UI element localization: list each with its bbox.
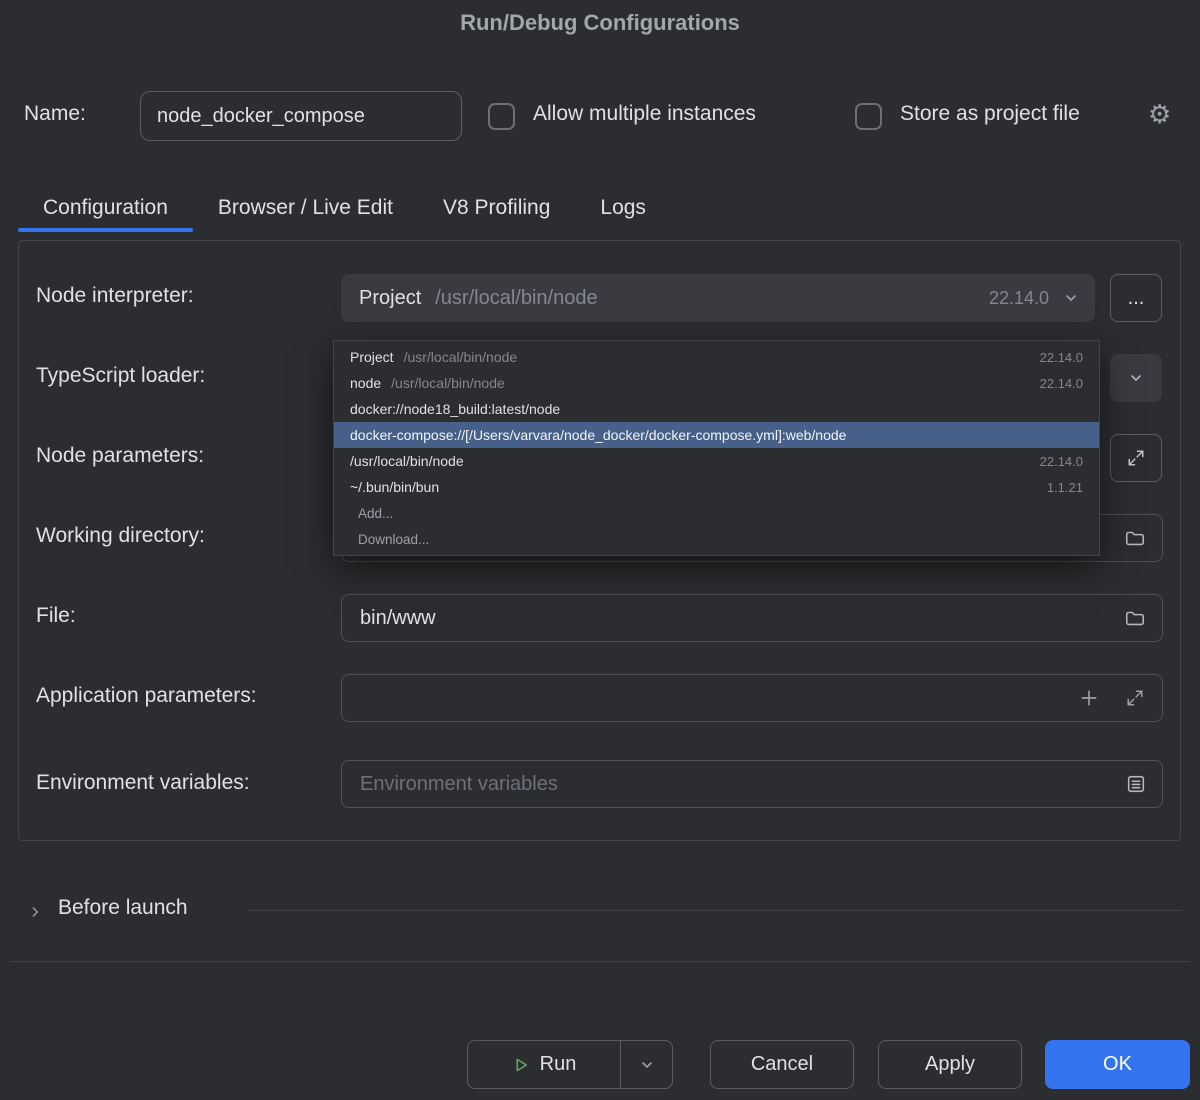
node-parameters-label: Node parameters:: [36, 444, 204, 468]
application-parameters-input[interactable]: [341, 674, 1163, 722]
file-input[interactable]: [342, 595, 1162, 641]
tab-label: Browser / Live Edit: [218, 196, 393, 220]
dialog-title: Run/Debug Configurations: [0, 10, 1200, 36]
gear-icon[interactable]: ⚙: [1148, 101, 1171, 127]
option-version: 22.14.0: [1040, 350, 1083, 365]
run-button-label: Run: [540, 1053, 577, 1076]
interpreter-option-add[interactable]: Add...: [334, 500, 1099, 526]
run-options-button[interactable]: [621, 1041, 672, 1088]
tab-configuration[interactable]: Configuration: [18, 184, 193, 232]
interpreter-option[interactable]: /usr/local/bin/node 22.14.0: [334, 448, 1099, 474]
working-directory-label: Working directory:: [36, 524, 205, 548]
interpreter-value-name: Project: [359, 287, 421, 310]
tab-label: Configuration: [43, 196, 168, 220]
option-name: docker://node18_build:latest/node: [350, 401, 560, 417]
node-parameters-expand-button[interactable]: [1110, 434, 1162, 482]
plus-icon[interactable]: [1079, 688, 1099, 708]
option-version: 22.14.0: [1040, 454, 1083, 469]
option-version: 1.1.21: [1047, 480, 1083, 495]
option-path: /usr/local/bin/node: [391, 375, 505, 391]
browse-list-icon[interactable]: [1125, 773, 1147, 795]
interpreter-option[interactable]: Project /usr/local/bin/node 22.14.0: [334, 344, 1099, 370]
name-input[interactable]: [140, 91, 462, 141]
option-name: node: [350, 375, 381, 391]
store-project-label: Store as project file: [900, 102, 1080, 126]
run-button[interactable]: Run: [468, 1041, 620, 1088]
chevron-right-icon[interactable]: [28, 903, 42, 921]
file-label: File:: [36, 604, 76, 628]
tab-label: V8 Profiling: [443, 196, 550, 220]
chevron-down-icon: [1063, 290, 1079, 306]
tab-browser-live-edit[interactable]: Browser / Live Edit: [193, 184, 418, 232]
ok-button[interactable]: OK: [1045, 1040, 1190, 1089]
option-name: docker-compose://[/Users/varvara/node_do…: [350, 427, 846, 443]
environment-variables-label: Environment variables:: [36, 771, 250, 795]
option-path: /usr/local/bin/node: [404, 349, 518, 365]
footer-divider: [10, 961, 1190, 962]
tab-bar: Configuration Browser / Live Edit V8 Pro…: [18, 184, 671, 232]
interpreter-option[interactable]: docker://node18_build:latest/node: [334, 396, 1099, 422]
cancel-button[interactable]: Cancel: [710, 1040, 854, 1089]
interpreter-option-download[interactable]: Download...: [334, 526, 1099, 552]
chevron-down-icon: [1128, 370, 1144, 386]
tab-label: Logs: [600, 196, 646, 220]
interpreter-dropdown: Project /usr/local/bin/node 22.14.0 node…: [333, 340, 1100, 556]
tab-v8-profiling[interactable]: V8 Profiling: [418, 184, 575, 232]
environment-variables-input[interactable]: [342, 761, 1162, 807]
expand-icon: [1127, 449, 1145, 467]
typescript-loader-label: TypeScript loader:: [36, 364, 205, 388]
apply-button[interactable]: Apply: [878, 1040, 1022, 1089]
play-icon: [512, 1056, 530, 1074]
name-label: Name:: [24, 102, 86, 126]
interpreter-value-path: /usr/local/bin/node: [435, 287, 597, 310]
interpreter-more-button[interactable]: ...: [1110, 274, 1162, 322]
allow-multiple-checkbox[interactable]: [488, 103, 515, 130]
before-launch-label[interactable]: Before launch: [58, 896, 188, 920]
typescript-loader-chevron-button[interactable]: [1110, 354, 1162, 402]
node-interpreter-combobox[interactable]: Project /usr/local/bin/node 22.14.0: [341, 274, 1095, 322]
store-project-checkbox[interactable]: [855, 103, 882, 130]
file-input-field[interactable]: [341, 594, 1163, 642]
node-interpreter-label: Node interpreter:: [36, 284, 194, 308]
option-name: ~/.bun/bin/bun: [350, 479, 439, 495]
folder-icon[interactable]: [1124, 527, 1146, 549]
allow-multiple-label: Allow multiple instances: [533, 102, 756, 126]
interpreter-version: 22.14.0: [989, 288, 1049, 309]
option-version: 22.14.0: [1040, 376, 1083, 391]
interpreter-option[interactable]: ~/.bun/bin/bun 1.1.21: [334, 474, 1099, 500]
option-name: /usr/local/bin/node: [350, 453, 464, 469]
before-launch-divider: [248, 910, 1182, 911]
option-name: Add...: [358, 506, 393, 521]
interpreter-option[interactable]: node /usr/local/bin/node 22.14.0: [334, 370, 1099, 396]
option-name: Download...: [358, 532, 429, 547]
chevron-down-icon: [639, 1057, 655, 1073]
run-split-button: Run: [467, 1040, 673, 1089]
environment-variables-field[interactable]: [341, 760, 1163, 808]
tab-logs[interactable]: Logs: [575, 184, 671, 232]
folder-icon[interactable]: [1124, 607, 1146, 629]
interpreter-option-selected[interactable]: docker-compose://[/Users/varvara/node_do…: [334, 422, 1099, 448]
expand-icon[interactable]: [1126, 689, 1144, 707]
application-parameters-label: Application parameters:: [36, 684, 257, 708]
option-name: Project: [350, 349, 394, 365]
